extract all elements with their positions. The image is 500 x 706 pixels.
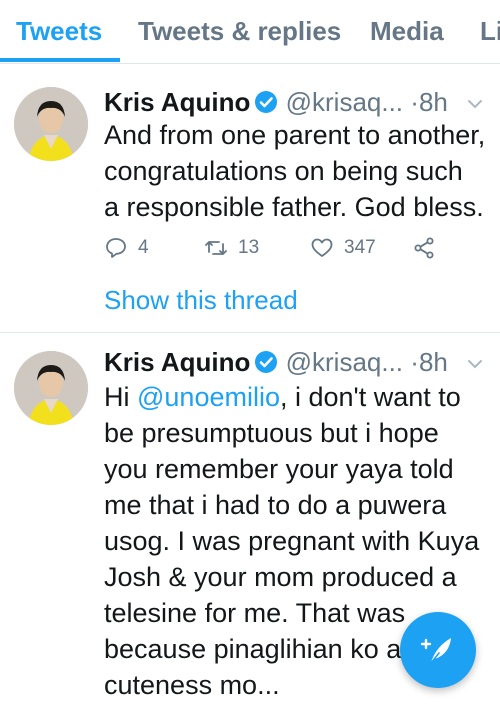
retweet-icon (205, 241, 227, 255)
verified-badge-icon (255, 351, 278, 373)
tweet-1[interactable]: Kris Aquino @krisaq... ·8h And from one … (0, 65, 500, 331)
avatar-image (14, 87, 88, 161)
chevron-down-icon[interactable] (466, 355, 484, 373)
tweet-text-line: Josh & your mom produced a (104, 562, 457, 592)
tab-tweets[interactable]: Tweets (16, 16, 102, 47)
avatar[interactable] (14, 87, 88, 161)
tweet-text-line: you remember your yaya told (104, 454, 454, 484)
tweet-header: Kris Aquino @krisaq... ·8h (104, 347, 448, 377)
reply-icon (106, 238, 126, 258)
tab-media[interactable]: Media (370, 16, 444, 47)
retweet-count: 13 (238, 237, 260, 258)
tab-tweets-and-replies[interactable]: Tweets & replies (138, 16, 341, 47)
compose-tweet-icon (420, 638, 451, 664)
reply-button[interactable]: 4 (104, 233, 149, 263)
tweet-header: Kris Aquino @krisaq... ·8h (104, 87, 448, 117)
retweet-button[interactable]: 13 (204, 233, 259, 263)
avatar[interactable] (14, 351, 88, 425)
tweet-text-line: me that i had to do a puwera (104, 490, 447, 520)
heart-icon (311, 238, 333, 257)
mention-link[interactable]: @unoemilio (137, 382, 280, 412)
reply-count: 4 (138, 237, 149, 258)
handle[interactable]: @krisaq... (286, 347, 403, 377)
handle[interactable]: @krisaq... (286, 87, 403, 117)
tweet-text-line: congratulations on being such (104, 156, 463, 186)
tweet-text: And from one parent to another, congratu… (104, 117, 494, 225)
chevron-down-icon[interactable] (466, 95, 484, 113)
like-button[interactable]: 347 (310, 233, 376, 263)
tweet-text-line: a responsible father. God bless. (104, 192, 484, 222)
separator: · (410, 87, 419, 117)
avatar-image (14, 351, 88, 425)
share-button[interactable] (412, 233, 436, 263)
profile-tabs: Tweets Tweets & replies Media Li (0, 0, 500, 64)
text-segment: Hi (104, 382, 137, 412)
text-segment: , i don't want to (279, 382, 461, 412)
tweet-actions: 4 13 347 (104, 233, 444, 263)
display-name[interactable]: Kris Aquino (104, 87, 250, 117)
active-tab-indicator (0, 58, 120, 62)
timestamp[interactable]: 8h (419, 87, 448, 117)
tweet-text-line: be presumptuous but i hope (104, 418, 439, 448)
show-thread-link[interactable]: Show this thread (104, 285, 298, 316)
verified-badge-icon (255, 91, 278, 113)
tweet-text-line: And from one parent to another, (104, 120, 486, 150)
separator: · (410, 347, 419, 377)
like-count: 347 (344, 237, 376, 258)
timestamp[interactable]: 8h (419, 347, 448, 377)
tweet-text-line: usog. I was pregnant with Kuya (104, 526, 480, 556)
display-name[interactable]: Kris Aquino (104, 347, 250, 377)
tweet-text-line: Hi @unoemilio, i don't want to (104, 379, 494, 415)
share-icon (414, 237, 434, 259)
compose-tweet-button[interactable] (400, 612, 476, 688)
tab-likes[interactable]: Li (480, 16, 500, 47)
